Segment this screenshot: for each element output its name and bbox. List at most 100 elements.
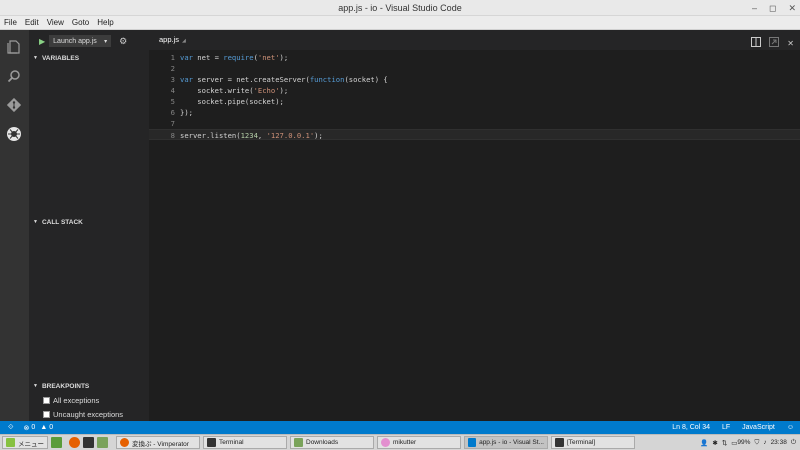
breakpoint-all-exceptions[interactable]: All exceptions xyxy=(43,396,99,405)
updates-icon[interactable]: ⛉ xyxy=(754,439,759,447)
power-icon[interactable]: ⏻ xyxy=(791,439,796,447)
task-label: Downloads xyxy=(306,439,339,446)
folder-icon[interactable] xyxy=(97,437,108,448)
editor-actions: ✕ xyxy=(751,34,794,52)
status-bar: ⟐ ⊗ 0 ▲ 0 Ln 8, Col 34 LF JavaScript ☺ xyxy=(0,421,800,434)
line-number: 7 xyxy=(170,119,175,128)
open-changes-icon[interactable] xyxy=(769,34,780,52)
language-mode[interactable]: JavaScript xyxy=(742,424,775,431)
search-icon[interactable] xyxy=(6,68,22,84)
task-vimperator[interactable]: 変換ぷ - Vimperator xyxy=(116,436,200,449)
bluetooth-icon[interactable]: ✱ xyxy=(712,439,717,447)
firefox-icon[interactable] xyxy=(69,437,80,448)
line-number: 8 xyxy=(170,131,175,140)
editor-tabbar: app.js ◢ ✕ xyxy=(149,30,800,50)
code-line-current[interactable]: 8 server.listen(1234, '127.0.0.1'); xyxy=(149,129,800,140)
breakpoint-label: All exceptions xyxy=(53,396,100,405)
tab-app-js[interactable]: app.js ◢ xyxy=(159,30,186,50)
maximize-button[interactable]: ◻ xyxy=(769,0,776,16)
volume-icon[interactable]: ♪ xyxy=(763,439,766,446)
close-editor-icon[interactable]: ✕ xyxy=(787,39,794,48)
task-label: mikutter xyxy=(393,439,417,446)
code-line[interactable]: 7 xyxy=(149,118,800,129)
line-number: 3 xyxy=(170,75,175,84)
cursor-position[interactable]: Ln 8, Col 34 xyxy=(672,424,710,431)
error-count: 0 xyxy=(31,424,36,431)
checkbox[interactable] xyxy=(43,411,50,418)
call-stack-header[interactable]: ▼ CALL STACK xyxy=(29,216,149,228)
gear-icon[interactable]: ⚙ xyxy=(119,36,127,47)
chevron-down-icon: ▾ xyxy=(104,39,108,45)
start-menu-button[interactable]: メニュー xyxy=(2,436,48,449)
firefox-icon xyxy=(120,438,129,447)
launch-config-label: Launch app.js xyxy=(53,38,97,45)
menu-view[interactable]: View xyxy=(47,18,64,27)
code-line[interactable]: 1 var net = require('net'); xyxy=(149,52,800,63)
start-menu-label: メニュー xyxy=(18,440,44,448)
errors-indicator[interactable]: ⊗ 0 ▲ 0 xyxy=(24,424,54,432)
task-mikutter[interactable]: mikutter xyxy=(377,436,461,449)
git-icon[interactable] xyxy=(6,97,22,113)
code-view[interactable]: 1 var net = require('net'); 2 3 var serv… xyxy=(149,52,800,140)
code-line[interactable]: 3 var server = net.createServer(function… xyxy=(149,74,800,85)
breakpoint-uncaught-exceptions[interactable]: Uncaught exceptions xyxy=(43,410,123,419)
code-line[interactable]: 2 xyxy=(149,63,800,74)
tab-label: app.js xyxy=(159,35,180,44)
line-number: 2 xyxy=(170,64,175,73)
feedback-smiley-icon[interactable]: ☺ xyxy=(787,424,794,431)
variables-label: VARIABLES xyxy=(41,54,80,62)
code-line[interactable]: 4 socket.write('Echo'); xyxy=(149,85,800,96)
code-line[interactable]: 5 socket.pipe(socket); xyxy=(149,96,800,107)
eol-indicator[interactable]: LF xyxy=(722,424,730,431)
checkbox[interactable] xyxy=(43,397,50,404)
user-icon[interactable]: 👤 xyxy=(700,439,708,447)
terminal-icon xyxy=(555,438,564,447)
terminal-icon[interactable] xyxy=(83,437,94,448)
task-downloads[interactable]: Downloads xyxy=(290,436,374,449)
window-controls: – ◻ ✕ xyxy=(752,0,796,16)
call-stack-label: CALL STACK xyxy=(41,218,83,226)
task-terminal[interactable]: Terminal xyxy=(203,436,287,449)
split-editor-icon[interactable] xyxy=(751,34,762,52)
launch-config-select[interactable]: Launch app.js ▾ xyxy=(49,35,112,47)
activity-bar xyxy=(0,30,29,421)
variables-header[interactable]: ▼ VARIABLES xyxy=(29,52,149,64)
tab-dirty-icon: ◢ xyxy=(182,38,186,44)
clock[interactable]: 23:38 xyxy=(771,439,787,446)
window-titlebar: app.js - io - Visual Studio Code – ◻ ✕ xyxy=(0,0,800,16)
mint-logo-icon xyxy=(6,438,15,447)
network-icon[interactable]: ⇅ xyxy=(722,439,727,447)
warning-icon: ▲ xyxy=(40,424,48,431)
editor-area: app.js ◢ ✕ 1 var net = require('net'); 2 … xyxy=(149,30,800,421)
error-icon: ⊗ xyxy=(23,424,30,432)
line-number: 5 xyxy=(170,97,175,106)
line-number: 6 xyxy=(170,108,175,117)
debug-toolbar: ▶ Launch app.js ▾ ⚙ xyxy=(29,30,149,52)
breakpoints-header[interactable]: ▼ BREAKPOINTS xyxy=(29,380,149,392)
collapse-icon: ▼ xyxy=(33,383,38,389)
menu-help[interactable]: Help xyxy=(97,18,113,27)
line-number: 4 xyxy=(170,86,175,95)
code-line[interactable]: 6 }); xyxy=(149,107,800,118)
window-title: app.js - io - Visual Studio Code xyxy=(338,3,462,13)
debug-status-icon[interactable]: ⟐ xyxy=(8,424,14,432)
play-icon[interactable]: ▶ xyxy=(39,37,45,46)
show-desktop-icon[interactable] xyxy=(51,437,62,448)
os-taskbar: メニュー 変換ぷ - Vimperator Terminal Downloads… xyxy=(0,434,800,450)
breakpoint-label: Uncaught exceptions xyxy=(53,410,124,419)
menu-file[interactable]: File xyxy=(4,18,17,27)
code-text: socket.write('Echo'); xyxy=(180,86,289,95)
debug-icon[interactable] xyxy=(6,126,22,142)
menu-edit[interactable]: Edit xyxy=(25,18,39,27)
minimize-button[interactable]: – xyxy=(752,0,757,16)
close-button[interactable]: ✕ xyxy=(788,0,796,16)
menu-goto[interactable]: Goto xyxy=(72,18,89,27)
warning-count: 0 xyxy=(49,424,54,431)
explorer-icon[interactable] xyxy=(6,39,22,55)
task-vscode[interactable]: app.js - io - Visual St... xyxy=(464,436,548,449)
terminal-icon xyxy=(207,438,216,447)
code-text: var net = require('net'); xyxy=(180,53,289,62)
task-terminal-2[interactable]: [Terminal] xyxy=(551,436,635,449)
code-text: var server = net.createServer(function(s… xyxy=(180,75,388,84)
task-label: app.js - io - Visual St... xyxy=(479,439,544,446)
